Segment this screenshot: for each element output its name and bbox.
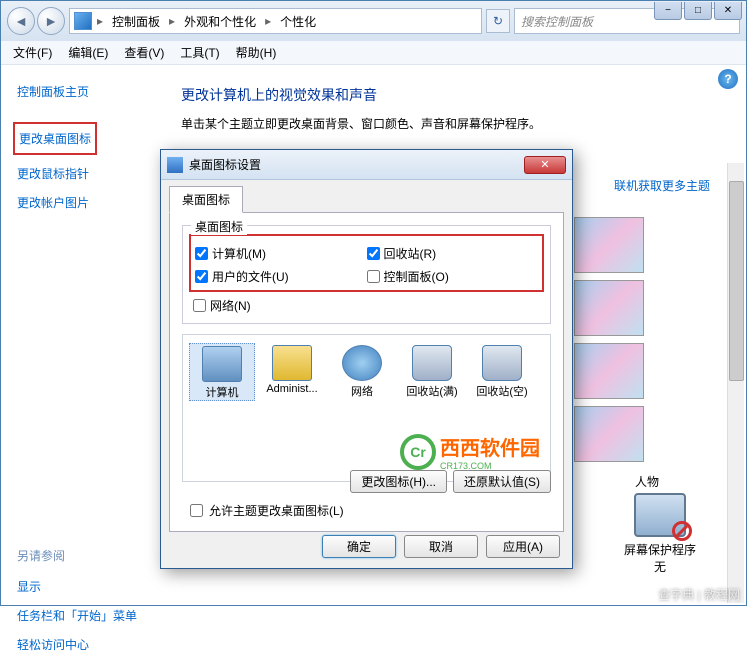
restore-default-button[interactable]: 还原默认值(S) <box>453 470 551 493</box>
scroll-thumb[interactable] <box>729 181 744 381</box>
control-panel-icon <box>74 12 92 30</box>
minimize-button[interactable]: − <box>654 2 682 20</box>
highlight-box: 更改桌面图标 <box>13 122 97 155</box>
back-button[interactable]: ◄ <box>7 7 35 35</box>
icon-recycle-full[interactable]: 回收站(满) <box>399 343 465 401</box>
network-icon <box>342 345 382 381</box>
watermark: Cr 西西软件园 CR173.COM <box>400 432 540 471</box>
theme-thumb[interactable] <box>574 280 644 336</box>
bc-sep: ▸ <box>94 14 106 28</box>
sidebar-home[interactable]: 控制面板主页 <box>17 77 161 106</box>
sidebar: 控制面板主页 更改桌面图标 更改鼠标指针 更改帐户图片 另请参阅 显示 任务栏和… <box>1 65 161 605</box>
nav-bar: ◄ ► ▸ 控制面板 ▸ 外观和个性化 ▸ 个性化 ↻ 搜索控制面板 <box>1 1 746 41</box>
icon-admin[interactable]: Administ... <box>259 343 325 401</box>
forbidden-icon <box>672 521 692 541</box>
sidebar-change-desktop-icons[interactable]: 更改桌面图标 <box>19 124 91 153</box>
menu-bar: 文件(F) 编辑(E) 查看(V) 工具(T) 帮助(H) <box>1 41 746 65</box>
sidebar-change-account-pic[interactable]: 更改帐户图片 <box>17 188 161 217</box>
screensaver-icon <box>634 493 686 537</box>
computer-icon <box>202 346 242 382</box>
page-description: 单击某个主题立即更改桌面背景、窗口颜色、声音和屏幕保护程序。 <box>181 115 726 132</box>
screensaver-block[interactable]: 屏幕保护程序 无 <box>624 493 696 575</box>
theme-category-label: 人物 <box>572 473 722 490</box>
screensaver-value: 无 <box>624 558 696 575</box>
dialog-icon <box>167 157 183 173</box>
cancel-button[interactable]: 取消 <box>404 535 478 558</box>
icon-network[interactable]: 网络 <box>329 343 395 401</box>
ok-button[interactable]: 确定 <box>322 535 396 558</box>
dialog-titlebar[interactable]: 桌面图标设置 ✕ <box>161 150 572 180</box>
close-button[interactable]: ✕ <box>714 2 742 20</box>
see-also-display[interactable]: 显示 <box>17 572 161 601</box>
change-icon-button[interactable]: 更改图标(H)... <box>350 470 447 493</box>
sidebar-change-mouse[interactable]: 更改鼠标指针 <box>17 159 161 188</box>
menu-file[interactable]: 文件(F) <box>7 42 58 63</box>
group-label: 桌面图标 <box>191 218 247 235</box>
theme-thumb[interactable] <box>574 343 644 399</box>
footer-watermark: 查字典 | 教程网 <box>658 586 740 603</box>
icon-computer[interactable]: 计算机 <box>189 343 255 401</box>
tab-desktop-icons[interactable]: 桌面图标 <box>169 186 243 213</box>
see-also-ease[interactable]: 轻松访问中心 <box>17 630 161 659</box>
maximize-button[interactable]: □ <box>684 2 712 20</box>
breadcrumb[interactable]: ▸ 控制面板 ▸ 外观和个性化 ▸ 个性化 <box>69 8 482 34</box>
menu-view[interactable]: 查看(V) <box>118 42 170 63</box>
scrollbar[interactable] <box>727 163 744 603</box>
theme-grid: 人物 <box>572 215 722 490</box>
theme-thumb[interactable] <box>574 217 644 273</box>
explorer-window: − □ ✕ ◄ ► ▸ 控制面板 ▸ 外观和个性化 ▸ 个性化 ↻ 搜索控制面板… <box>0 0 747 606</box>
check-control-panel[interactable]: 控制面板(O) <box>367 265 539 288</box>
bc-item-1[interactable]: 外观和个性化 <box>180 11 260 32</box>
menu-edit[interactable]: 编辑(E) <box>62 42 114 63</box>
forward-button[interactable]: ► <box>37 7 65 35</box>
desktop-icon-settings-dialog: 桌面图标设置 ✕ 桌面图标 桌面图标 计算机(M) 回收站(R) 用户的文件(U… <box>160 149 573 569</box>
screensaver-label: 屏幕保护程序 <box>624 541 696 558</box>
window-controls: − □ ✕ <box>654 2 742 20</box>
recycle-full-icon <box>412 345 452 381</box>
recycle-empty-icon <box>482 345 522 381</box>
allow-theme-checkbox[interactable]: 允许主题更改桌面图标(L) <box>190 502 344 519</box>
check-network[interactable]: 网络(N) <box>193 294 540 317</box>
see-also-label: 另请参阅 <box>17 547 161 572</box>
icon-recycle-empty[interactable]: 回收站(空) <box>469 343 535 401</box>
bc-item-2[interactable]: 个性化 <box>276 11 320 32</box>
desktop-icons-group: 桌面图标 计算机(M) 回收站(R) 用户的文件(U) 控制面板(O) 网络(N… <box>182 225 551 324</box>
apply-button[interactable]: 应用(A) <box>486 535 560 558</box>
check-computer[interactable]: 计算机(M) <box>195 242 367 265</box>
menu-help[interactable]: 帮助(H) <box>230 42 283 63</box>
page-title: 更改计算机上的视觉效果和声音 <box>181 85 726 105</box>
check-user-files[interactable]: 用户的文件(U) <box>195 265 367 288</box>
tab-strip: 桌面图标 <box>161 180 572 213</box>
online-themes-link[interactable]: 联机获取更多主题 <box>614 177 710 194</box>
check-recycle[interactable]: 回收站(R) <box>367 242 539 265</box>
icon-buttons-row: 更改图标(H)... 还原默认值(S) <box>350 470 551 493</box>
menu-tools[interactable]: 工具(T) <box>174 42 225 63</box>
theme-thumb[interactable] <box>574 406 644 462</box>
dialog-buttons: 确定 取消 应用(A) <box>322 535 560 558</box>
help-icon[interactable]: ? <box>718 69 738 89</box>
icon-preview-panel: 计算机 Administ... 网络 回收站(满) 回收站(空) Cr 西西软件… <box>182 334 551 482</box>
checks-highlight: 计算机(M) 回收站(R) 用户的文件(U) 控制面板(O) <box>189 234 544 292</box>
refresh-button[interactable]: ↻ <box>486 9 510 33</box>
see-also-taskbar[interactable]: 任务栏和「开始」菜单 <box>17 601 161 630</box>
dialog-close-button[interactable]: ✕ <box>524 156 566 174</box>
dialog-title: 桌面图标设置 <box>189 156 261 173</box>
bc-item-0[interactable]: 控制面板 <box>108 11 164 32</box>
watermark-text: 西西软件园 <box>440 432 540 461</box>
watermark-logo: Cr <box>400 434 436 470</box>
folder-icon <box>272 345 312 381</box>
tab-body: 桌面图标 计算机(M) 回收站(R) 用户的文件(U) 控制面板(O) 网络(N… <box>169 212 564 532</box>
